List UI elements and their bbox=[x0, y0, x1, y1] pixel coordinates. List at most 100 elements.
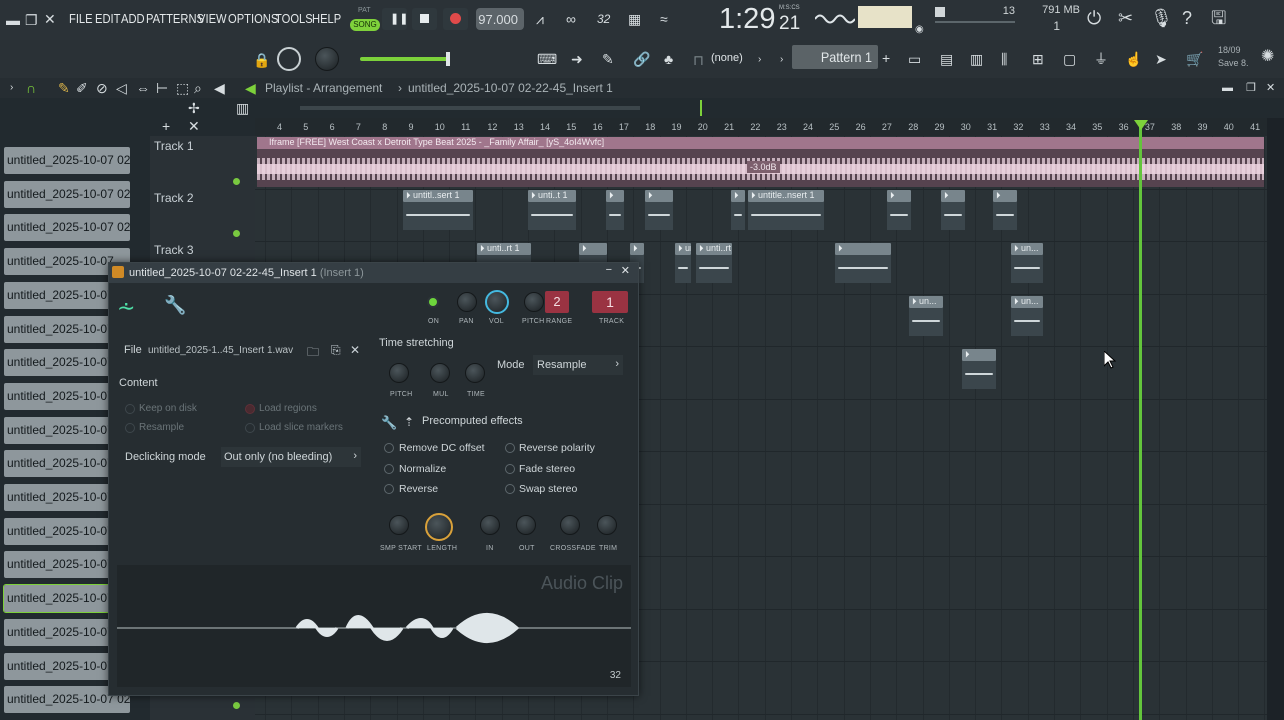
precomputed-arrow-icon[interactable]: ⇡ bbox=[404, 415, 414, 429]
export-icon[interactable]: ⎘ bbox=[331, 343, 341, 358]
link-icon[interactable]: 🔗 bbox=[633, 51, 650, 67]
audio-clip[interactable]: ⏵ bbox=[731, 190, 745, 230]
audio-clip[interactable]: ⏵ untitle..nsert 1 bbox=[748, 190, 824, 230]
menu-patterns[interactable]: PATTERNS bbox=[146, 11, 204, 26]
minimize-playlist-icon[interactable]: ▬ bbox=[1222, 80, 1233, 96]
reverse-radio[interactable] bbox=[384, 484, 394, 494]
restore-playlist-icon[interactable]: ❐ bbox=[1246, 80, 1256, 96]
audio-clip[interactable]: ⏵ unti..rt 1 bbox=[696, 243, 732, 283]
menu-tools[interactable]: TOOLS bbox=[275, 11, 313, 26]
lock-icon[interactable]: 🔒 bbox=[253, 52, 270, 68]
fade-stereo-radio[interactable] bbox=[505, 464, 515, 474]
zoom-value[interactable]: 32 bbox=[610, 670, 621, 681]
arrow-icon[interactable]: › bbox=[10, 80, 13, 96]
browser-item[interactable]: untitled_2025-10-07 02-... bbox=[4, 180, 130, 208]
pat-song-toggle[interactable]: PAT SONG bbox=[350, 5, 380, 35]
audio-clip[interactable]: ⏵ bbox=[887, 190, 911, 230]
piano-small-icon[interactable]: ▥ bbox=[236, 100, 249, 116]
delete-tool-icon[interactable]: ⊘ bbox=[96, 80, 108, 96]
file-name[interactable]: untitled_2025-1..45_Insert 1.wav bbox=[148, 345, 293, 356]
channel-rack-icon[interactable]: ▥ bbox=[970, 51, 983, 67]
trim-knob[interactable] bbox=[597, 515, 617, 535]
eye-icon[interactable]: ◉ bbox=[915, 22, 924, 38]
audio-clip[interactable]: ⏵ un... bbox=[1011, 296, 1043, 336]
snap-select[interactable]: (none) bbox=[711, 52, 743, 64]
audio-clip[interactable]: ⏵ un... bbox=[675, 243, 691, 283]
audio-clip[interactable]: ⏵ bbox=[645, 190, 673, 230]
close-playlist-icon[interactable]: ✕ bbox=[1266, 80, 1275, 96]
pattern-selector[interactable]: Pattern 1 bbox=[792, 45, 878, 69]
pencil-tool-icon[interactable]: ✎ bbox=[58, 80, 70, 96]
normalize-radio[interactable] bbox=[384, 464, 394, 474]
menu-view[interactable]: VIEW bbox=[198, 11, 227, 26]
save-icon[interactable]: 🖫 bbox=[1211, 9, 1226, 27]
load-regions-radio[interactable] bbox=[245, 404, 255, 414]
chevron-right-icon[interactable]: › bbox=[758, 52, 761, 68]
audio-clip[interactable]: ⏵ un... bbox=[1011, 243, 1043, 283]
audio-clip[interactable]: ⏵ bbox=[606, 190, 624, 230]
mixer-icon[interactable]: ⫼ bbox=[1001, 51, 1007, 67]
audio-clip[interactable]: ⏵ bbox=[993, 190, 1017, 230]
menu-options[interactable]: OPTIONS bbox=[228, 11, 278, 26]
remove-dc-radio[interactable] bbox=[384, 443, 394, 453]
keyboard-icon[interactable]: ⌨ bbox=[537, 51, 557, 67]
range-value[interactable]: 2 bbox=[545, 291, 569, 313]
tempo-display[interactable]: 97.000 bbox=[476, 8, 524, 30]
cut-icon[interactable]: ✂ bbox=[1118, 9, 1133, 27]
stop-button[interactable] bbox=[412, 8, 437, 30]
track-1-led[interactable] bbox=[233, 178, 240, 185]
minimize-icon[interactable]: ▬ bbox=[6, 12, 20, 28]
magnet-icon[interactable]: ∩ bbox=[26, 80, 36, 96]
browser-item[interactable]: untitled_2025-10-07 02-... bbox=[4, 214, 130, 242]
master-pitch-knob[interactable] bbox=[315, 47, 339, 71]
zoom-tool-icon[interactable]: ⌕ bbox=[194, 80, 202, 96]
countdown-icon[interactable]: 32 bbox=[597, 11, 610, 27]
select-tool-icon[interactable]: ⬚ bbox=[176, 80, 189, 96]
pitch-knob[interactable] bbox=[524, 292, 544, 312]
track-last-led[interactable] bbox=[233, 702, 240, 709]
power-icon[interactable]: ⏻ bbox=[1087, 9, 1101, 27]
declicking-select[interactable]: Out only (no bleeding) › bbox=[221, 447, 361, 467]
restore-icon[interactable]: ❐ bbox=[25, 12, 38, 28]
track-1-label[interactable]: Track 1 bbox=[154, 139, 194, 153]
slice-tool-icon[interactable]: ⊢ bbox=[156, 80, 168, 96]
folder-icon[interactable]: 🗀 bbox=[307, 343, 319, 364]
panel-titlebar[interactable]: untitled_2025-10-07 02-22-45_Insert 1 (I… bbox=[109, 263, 638, 283]
browser-icon[interactable]: ▢ bbox=[1063, 51, 1076, 67]
resample-radio[interactable] bbox=[125, 423, 135, 433]
playhead-marker[interactable] bbox=[1134, 120, 1148, 130]
step-edit-icon[interactable]: ▦ bbox=[628, 11, 641, 27]
pencil-icon[interactable]: ✎ bbox=[602, 51, 614, 67]
add-track-icon[interactable]: + bbox=[162, 118, 170, 134]
load-slice-radio[interactable] bbox=[245, 423, 255, 433]
ts-mul-knob[interactable] bbox=[430, 363, 450, 383]
menu-file[interactable]: FILE bbox=[69, 11, 93, 26]
ts-time-knob[interactable] bbox=[465, 363, 485, 383]
keep-on-disk-radio[interactable] bbox=[125, 404, 135, 414]
track-3-label[interactable]: Track 3 bbox=[154, 243, 194, 257]
reverse-polarity-radio[interactable] bbox=[505, 443, 515, 453]
pan-knob[interactable] bbox=[457, 292, 477, 312]
ts-pitch-knob[interactable] bbox=[389, 363, 409, 383]
file-close-icon[interactable]: ✕ bbox=[350, 343, 360, 357]
wrench-icon[interactable]: 🔧 bbox=[164, 295, 186, 316]
audio-clip[interactable]: ⏵ bbox=[835, 243, 891, 283]
close-icon[interactable]: ✕ bbox=[44, 11, 56, 27]
close-small-icon[interactable]: ✕ bbox=[188, 118, 200, 134]
panel-menu-icon[interactable] bbox=[112, 266, 124, 278]
smp-start-knob[interactable] bbox=[389, 515, 409, 535]
menu-edit[interactable]: EDIT bbox=[95, 11, 120, 26]
in-knob[interactable] bbox=[480, 515, 500, 535]
timeline-ruler[interactable]: 4 5 6 7 8 9 10 11 12 13 14 15 16 17 18 19 20 21 22 23 24 25 26… bbox=[255, 118, 1267, 136]
snap-lock-icon[interactable]: ⊓ bbox=[693, 52, 704, 68]
length-knob[interactable] bbox=[425, 513, 453, 541]
master-slider[interactable] bbox=[360, 57, 450, 61]
help-icon[interactable]: ? bbox=[1182, 9, 1192, 27]
swap-stereo-radio[interactable] bbox=[505, 484, 515, 494]
panel-minimize-icon[interactable]: − bbox=[606, 264, 612, 276]
pattern-prev-icon[interactable]: › bbox=[780, 52, 783, 68]
metronome-icon[interactable]: ⩘ bbox=[536, 11, 544, 27]
track-2-led[interactable] bbox=[233, 230, 240, 237]
out-knob[interactable] bbox=[516, 515, 536, 535]
wait-input-icon[interactable]: ∞ bbox=[566, 11, 576, 27]
